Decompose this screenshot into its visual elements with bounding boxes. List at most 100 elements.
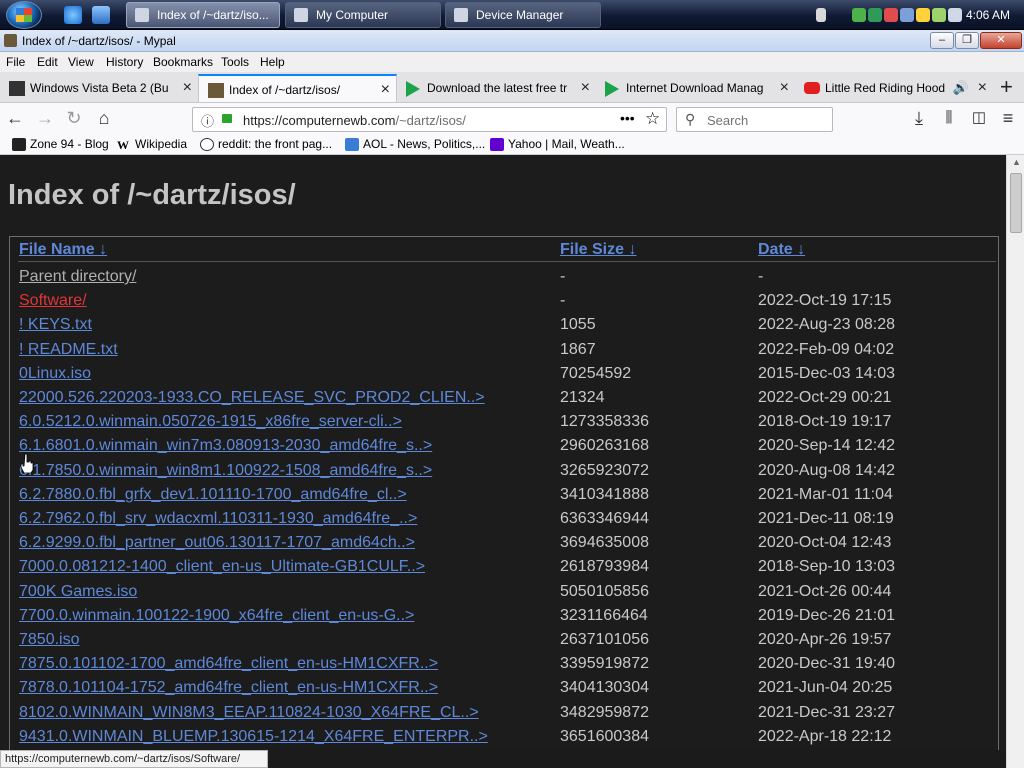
sort-by-name-header[interactable]: File Name ↓ — [19, 241, 107, 259]
file-name-link[interactable]: 22000.526.220203-1933.CO_RELEASE_SVC_PRO… — [19, 389, 485, 407]
file-name-link[interactable]: 7875.0.101102-1700_amd64fre_client_en-us… — [19, 655, 438, 673]
navigation-toolbar: ← → ↻ ⌂ ⓘ https://computernewb.com/~dart… — [0, 103, 1024, 134]
file-size: 1867 — [560, 340, 596, 358]
minimize-button[interactable]: ‒ — [930, 32, 954, 49]
clock[interactable]: 4:06 AM — [966, 8, 1010, 22]
table-row: 7875.0.101102-1700_amd64fre_client_en-us… — [10, 655, 1000, 679]
file-name-link[interactable]: Software/ — [19, 292, 87, 310]
scrollbar-thumb[interactable] — [1010, 173, 1022, 233]
close-tab-icon[interactable]: × — [381, 76, 390, 102]
forward-icon[interactable]: → — [34, 108, 56, 130]
back-icon[interactable]: ← — [4, 108, 26, 130]
taskbar-task-browser[interactable]: Index of /~dartz/iso... — [126, 2, 280, 28]
close-tab-icon[interactable]: × — [183, 74, 192, 102]
library-icon[interactable]: ⫼ — [938, 108, 960, 130]
downloads-icon[interactable]: ⤓ — [908, 108, 930, 130]
close-tab-icon[interactable]: × — [780, 74, 789, 102]
volume-icon[interactable] — [948, 8, 962, 22]
yahoo-icon — [490, 138, 504, 151]
new-tab-icon[interactable]: + — [1000, 74, 1013, 100]
file-name-link[interactable]: 6.2.7962.0.fbl_srv_wdacxml.110311-1930_a… — [19, 510, 417, 528]
menu-file[interactable]: File — [6, 55, 25, 69]
switch-windows-icon[interactable] — [92, 6, 110, 24]
search-input[interactable]: ⚲ Search — [676, 107, 833, 132]
file-name-link[interactable]: 6.2.7880.0.fbl_grfx_dev1.101110-1700_amd… — [19, 486, 407, 504]
file-size: 2960263168 — [560, 437, 649, 455]
tab-little-red-riding-hood[interactable]: Little Red Riding Hood 🔊 × — [795, 74, 993, 102]
table-row: 7700.0.winmain.100122-1900_x64fre_client… — [10, 607, 1000, 631]
sidebar-icon[interactable]: ◫ — [968, 108, 990, 130]
menu-edit[interactable]: Edit — [37, 55, 58, 69]
bookmark-zone-94[interactable]: Zone 94 - Blog — [12, 137, 109, 151]
file-name-link[interactable]: 7850.iso — [19, 631, 80, 649]
file-name-link[interactable]: 6.0.5212.0.winmain.050726-1915_x86fre_se… — [19, 413, 402, 431]
file-name-link[interactable]: 6.2.9299.0.fbl_partner_out06.130117-1707… — [19, 534, 415, 552]
file-date: 2021-Dec-31 23:27 — [758, 703, 895, 721]
close-tab-icon[interactable]: × — [581, 74, 590, 102]
reload-icon[interactable]: ↻ — [63, 108, 85, 130]
tab-internet-download-manager[interactable]: Internet Download Manag × — [596, 74, 795, 102]
file-name-link[interactable]: Parent directory/ — [19, 268, 136, 286]
display-icon[interactable] — [900, 8, 914, 22]
table-row: 9431.0.WINMAIN_BLUEMP.130615-1214_X64FRE… — [10, 728, 1000, 750]
file-name-link[interactable]: 9431.0.WINMAIN_BLUEMP.130615-1214_X64FRE… — [19, 728, 488, 746]
info-icon[interactable]: ⓘ — [201, 111, 214, 130]
speaker-icon[interactable]: 🔊 — [953, 74, 969, 102]
file-name-link[interactable]: ! KEYS.txt — [19, 316, 92, 334]
menu-help[interactable]: Help — [260, 55, 285, 69]
menu-history[interactable]: History — [106, 55, 143, 69]
bookmark-reddit[interactable]: reddit: the front pag... — [200, 137, 332, 151]
security-alert-icon[interactable] — [884, 8, 898, 22]
shield-icon[interactable] — [916, 8, 930, 22]
file-size: 3265923072 — [560, 461, 649, 479]
sort-by-date-header[interactable]: Date ↓ — [758, 241, 805, 259]
maximize-button[interactable]: ❐ — [955, 32, 979, 49]
close-button[interactable]: ✕ — [980, 32, 1022, 49]
file-name-link[interactable]: 7878.0.101104-1752_amd64fre_client_en-us… — [19, 679, 438, 697]
sort-by-size-header[interactable]: File Size ↓ — [560, 241, 636, 259]
taskbar-task-device-manager[interactable]: Device Manager — [445, 2, 601, 28]
close-tab-icon[interactable]: × — [978, 74, 987, 102]
file-name-link[interactable]: 7700.0.winmain.100122-1900_x64fre_client… — [19, 607, 414, 625]
menu-bookmarks[interactable]: Bookmarks — [153, 55, 213, 69]
bookmark-yahoo[interactable]: Yahoo | Mail, Weath... — [490, 137, 625, 151]
wireless-icon[interactable] — [932, 8, 946, 22]
table-row: Software/ - 2022-Oct-19 17:15 — [10, 292, 1000, 316]
address-bar[interactable]: ⓘ https://computernewb.com/~dartz/isos/ … — [192, 107, 667, 132]
tab-vista-beta[interactable]: Windows Vista Beta 2 (Buil × — [0, 74, 198, 102]
home-icon[interactable]: ⌂ — [93, 108, 115, 130]
tab-download-latest[interactable]: Download the latest free tr × — [397, 74, 596, 102]
table-row: 0Linux.iso 70254592 2015-Dec-03 14:03 — [10, 365, 1000, 389]
keyboard-icon[interactable] — [816, 8, 826, 22]
tray-app-icon[interactable] — [868, 8, 882, 22]
file-name-link[interactable]: 7000.0.081212-1400_client_en-us_Ultimate… — [19, 558, 425, 576]
file-date: 2022-Oct-29 00:21 — [758, 389, 892, 406]
menu-tools[interactable]: Tools — [221, 55, 249, 69]
page-scrollbar[interactable]: ▲ — [1006, 155, 1024, 768]
file-date: 2021-Mar-01 11:04 — [758, 485, 893, 503]
bookmark-aol[interactable]: AOL - News, Politics,... — [345, 137, 485, 151]
play-icon — [406, 81, 420, 97]
file-name-link[interactable]: 0Linux.iso — [19, 365, 91, 383]
tab-index-isos[interactable]: Index of /~dartz/isos/ × — [198, 74, 397, 102]
file-date: 2020-Aug-08 14:42 — [758, 461, 895, 479]
table-row: ! KEYS.txt 1055 2022-Aug-23 08:28 — [10, 316, 1000, 340]
open-menu-icon[interactable]: ≡ — [997, 108, 1019, 130]
file-size: 3651600384 — [560, 727, 649, 745]
file-name-link[interactable]: 6.1.7850.0.winmain_win8m1.100922-1508_am… — [19, 462, 432, 480]
file-name-link[interactable]: 6.1.6801.0.winmain_win7m3.080913-2030_am… — [19, 437, 432, 455]
scroll-up-icon[interactable]: ▲ — [1012, 157, 1021, 167]
page-actions-icon[interactable]: ••• — [620, 110, 635, 126]
bookmark-wikipedia[interactable]: W Wikipedia — [117, 137, 187, 152]
start-button[interactable] — [6, 1, 42, 29]
file-name-link[interactable]: 700K Games.iso — [19, 583, 137, 601]
mypal-icon — [4, 34, 17, 47]
url-text[interactable]: https://computernewb.com/~dartz/isos/ — [243, 113, 466, 128]
taskbar-task-my-computer[interactable]: My Computer — [285, 2, 441, 28]
file-name-link[interactable]: 8102.0.WINMAIN_WIN8M3_EEAP.110824-1030_X… — [19, 704, 479, 722]
internet-explorer-icon[interactable] — [64, 6, 82, 24]
file-name-link[interactable]: ! README.txt — [19, 341, 118, 359]
bookmark-star-icon[interactable]: ☆ — [645, 109, 660, 129]
menu-view[interactable]: View — [68, 55, 94, 69]
network-icon[interactable] — [852, 8, 866, 22]
